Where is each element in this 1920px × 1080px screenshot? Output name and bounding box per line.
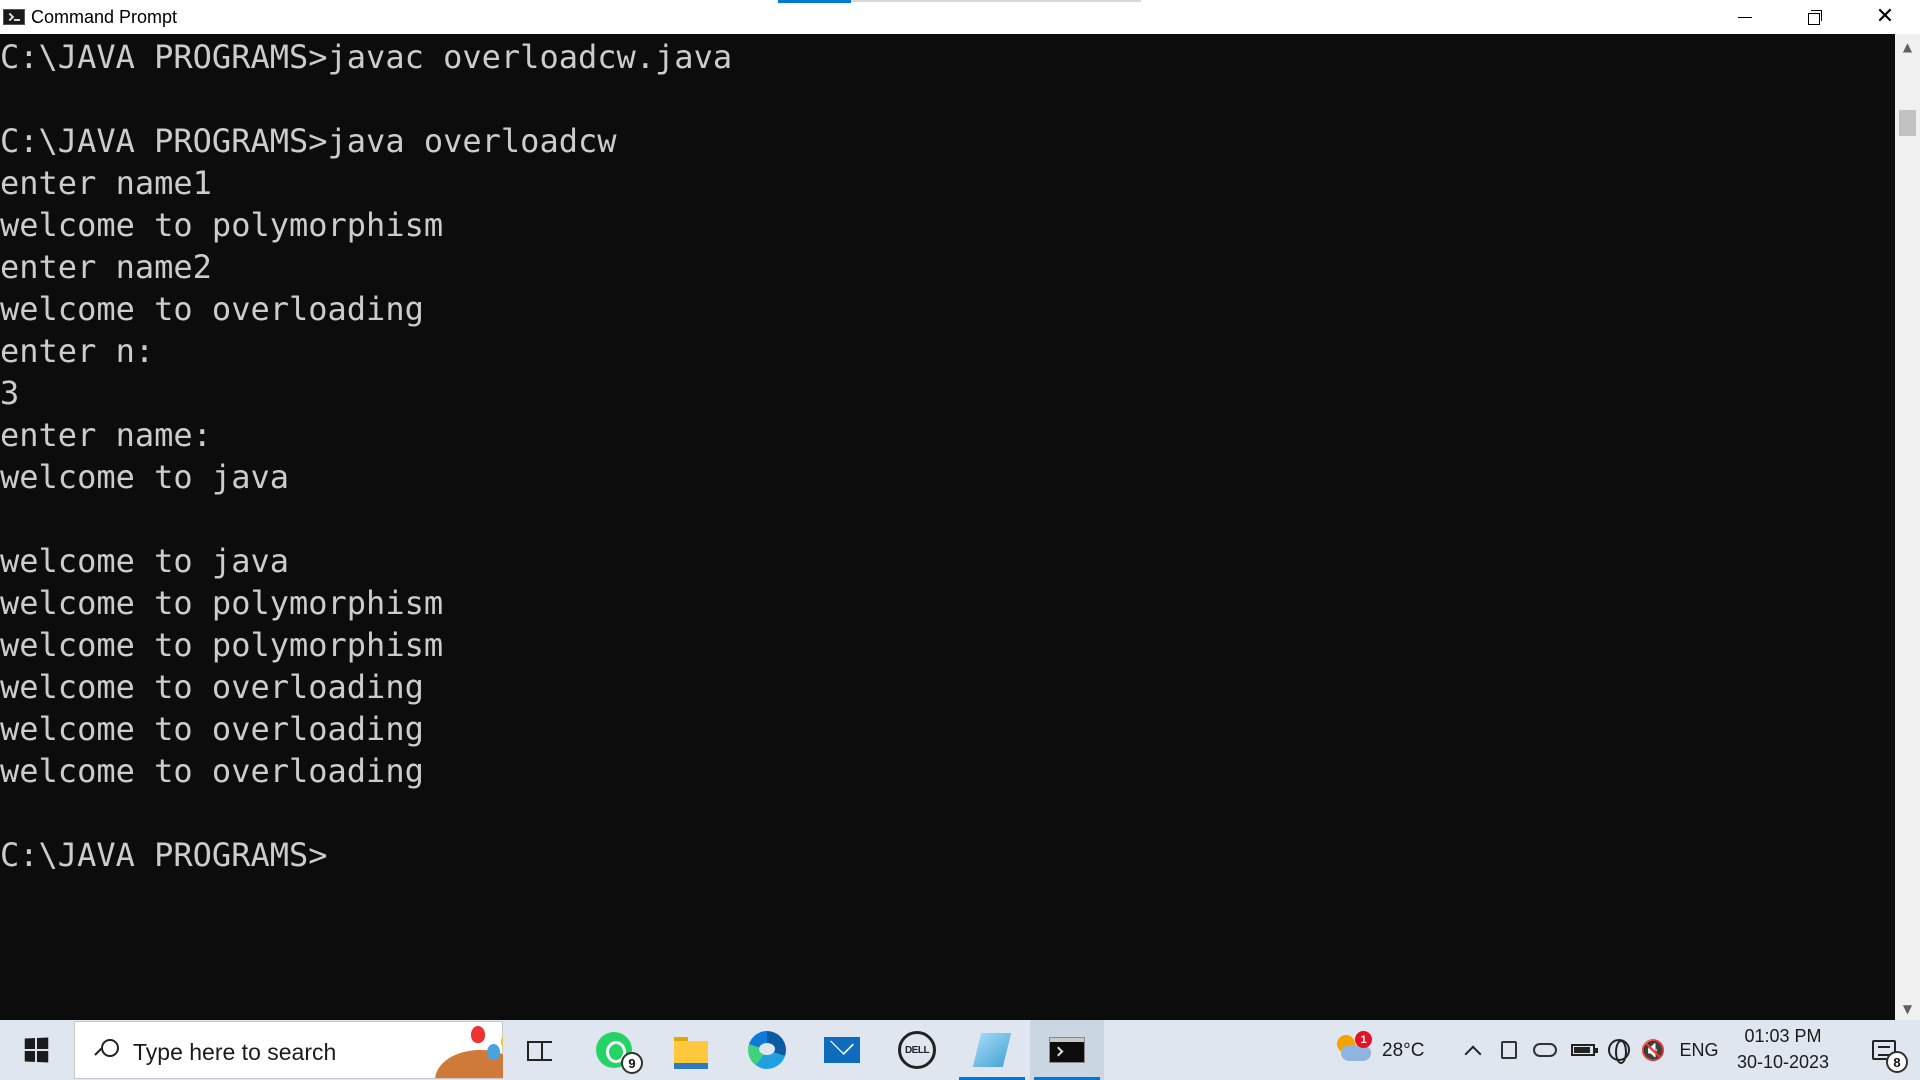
search-placeholder: Type here to search: [133, 1039, 337, 1065]
console-line: welcome to overloading: [0, 290, 424, 328]
network-globe-icon: [1608, 1039, 1630, 1064]
scroll-thumb[interactable]: [1899, 110, 1916, 136]
file-explorer-button[interactable]: [654, 1020, 728, 1080]
mail-button[interactable]: [805, 1020, 879, 1080]
chevron-up-icon: [1464, 1045, 1482, 1063]
clock-time: 01:03 PM: [1744, 1026, 1822, 1046]
console-line: enter name1: [0, 164, 212, 202]
input-language-button[interactable]: ENG: [1676, 1020, 1722, 1080]
search-icon: [95, 1039, 119, 1061]
meet-now-icon: [1501, 1041, 1517, 1059]
windows-logo-icon: [24, 1037, 49, 1063]
meet-now-button[interactable]: [1496, 1020, 1522, 1080]
volume-button[interactable]: 🔇: [1639, 1020, 1667, 1080]
dell-button[interactable]: DELL: [880, 1020, 954, 1080]
console-line: C:\JAVA PROGRAMS>java overloadcw: [0, 122, 617, 160]
console-line: welcome to java: [0, 458, 289, 496]
restore-button[interactable]: [1780, 0, 1850, 34]
title-accent: [778, 0, 851, 3]
console-line: enter name:: [0, 416, 212, 454]
console-line: welcome to overloading: [0, 668, 424, 706]
notification-count: 8: [1886, 1051, 1908, 1073]
command-prompt-icon: [1049, 1037, 1085, 1063]
scroll-down-arrow-icon[interactable]: ▼: [1895, 998, 1920, 1020]
weather-widget[interactable]: 1 28°C: [1331, 1020, 1441, 1080]
speaker-muted-icon: 🔇: [1640, 1038, 1666, 1062]
vertical-scrollbar[interactable]: ▲ ▼: [1895, 34, 1920, 1020]
mail-icon: [824, 1037, 860, 1063]
show-hidden-icons-button[interactable]: [1460, 1020, 1486, 1080]
console-lines: C:\JAVA PROGRAMS>javac overloadcw.java C:…: [0, 36, 732, 876]
console-line: welcome to java: [0, 542, 289, 580]
dell-icon: DELL: [898, 1031, 936, 1069]
console-line: welcome to polymorphism: [0, 584, 444, 622]
task-view-icon: [527, 1039, 553, 1061]
network-button[interactable]: [1605, 1020, 1633, 1080]
scroll-up-arrow-icon[interactable]: ▲: [1895, 36, 1920, 58]
console-output[interactable]: C:\JAVA PROGRAMS>javac overloadcw.java C:…: [0, 34, 1895, 1020]
notes-app-button[interactable]: [955, 1020, 1029, 1080]
console-line: enter n:: [0, 332, 155, 370]
console-line: enter name2: [0, 248, 212, 286]
battery-icon: [1571, 1044, 1598, 1056]
title-bar: Command Prompt ✕: [0, 0, 1920, 34]
language-indicator: ENG: [1679, 1039, 1719, 1060]
title-accent-secondary: [851, 0, 1141, 2]
taskbar-search-box[interactable]: Type here to search: [74, 1021, 503, 1079]
console-line: welcome to polymorphism: [0, 206, 444, 244]
close-icon: ✕: [1875, 4, 1895, 29]
edge-button[interactable]: [730, 1020, 804, 1080]
console-line: C:\JAVA PROGRAMS>javac overloadcw.java: [0, 38, 733, 76]
notes-app-icon: [972, 1033, 1012, 1067]
action-center-button[interactable]: 8: [1854, 1020, 1914, 1080]
start-button[interactable]: [0, 1020, 72, 1080]
clock[interactable]: 01:03 PM 30-10-2023: [1724, 1020, 1842, 1080]
weather-badge: 1: [1355, 1031, 1372, 1048]
console-line: welcome to overloading: [0, 752, 424, 790]
search-highlight-illustration: [385, 1022, 503, 1078]
console-line: C:\JAVA PROGRAMS>: [0, 836, 328, 874]
close-button[interactable]: ✕: [1850, 0, 1920, 34]
battery-button[interactable]: [1568, 1020, 1598, 1080]
file-explorer-icon: [674, 1037, 708, 1069]
minimize-icon: [1738, 16, 1752, 18]
clock-date: 30-10-2023: [1736, 1052, 1830, 1072]
onedrive-cloud-icon: [1533, 1043, 1557, 1057]
console-line: 3: [0, 374, 20, 412]
task-view-button[interactable]: [503, 1020, 577, 1080]
window-title: Command Prompt: [31, 7, 178, 27]
whatsapp-badge: 9: [621, 1052, 643, 1074]
console-line: welcome to overloading: [0, 710, 424, 748]
cmd-app-icon: [3, 9, 25, 25]
command-prompt-button[interactable]: [1030, 1020, 1104, 1080]
weather-temperature: 28°C: [1382, 1040, 1425, 1061]
restore-icon: [1808, 10, 1822, 25]
onedrive-button[interactable]: [1530, 1020, 1560, 1080]
edge-icon: [748, 1031, 786, 1069]
taskbar: Type here to search 9 DELL 1 28°C 🔇 ENG …: [0, 1020, 1920, 1080]
whatsapp-button[interactable]: 9: [577, 1020, 651, 1080]
console-line: welcome to polymorphism: [0, 626, 444, 664]
minimize-button[interactable]: [1710, 0, 1780, 34]
